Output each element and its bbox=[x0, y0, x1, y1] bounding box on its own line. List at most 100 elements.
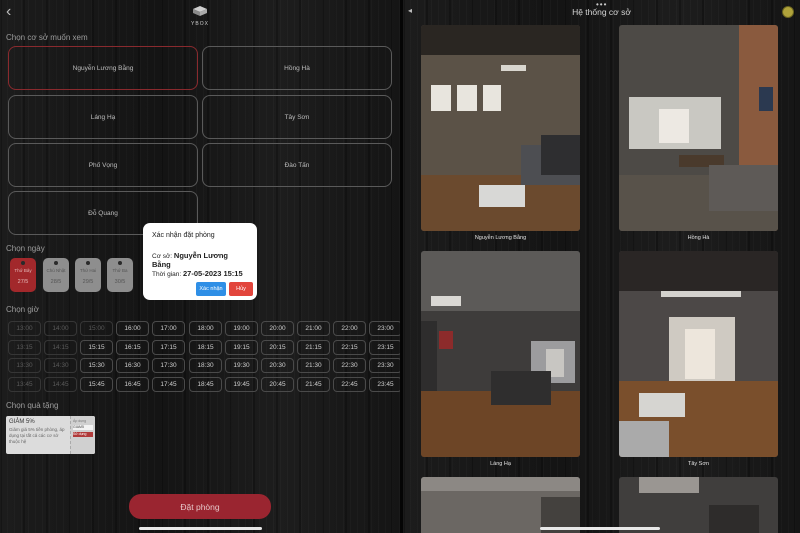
gift-code: GIAM5 bbox=[73, 425, 93, 430]
branch-label: Láng Hạ bbox=[90, 113, 116, 121]
photo-caption: Nguyễn Lương Bằng bbox=[474, 235, 527, 241]
time-slot[interactable]: 18:45 bbox=[189, 377, 222, 392]
time-slot[interactable]: 13:15 bbox=[8, 340, 41, 355]
logo-box-icon bbox=[193, 6, 207, 16]
time-slot[interactable]: 16:45 bbox=[116, 377, 149, 392]
branch-label: Nguyễn Lương Bằng bbox=[72, 64, 134, 72]
branch-photo-hong-ha[interactable] bbox=[619, 25, 778, 231]
dialog-title: Xác nhận đặt phòng bbox=[152, 232, 215, 239]
confirm-button[interactable]: Xác nhận bbox=[196, 282, 226, 296]
branch-photo-partial[interactable] bbox=[619, 477, 778, 533]
day-chip[interactable]: Thứ Bảy 27/5 bbox=[10, 258, 36, 292]
time-slot[interactable]: 14:30 bbox=[44, 358, 77, 373]
time-slot[interactable]: 19:15 bbox=[225, 340, 258, 355]
time-slot[interactable]: 14:00 bbox=[44, 321, 77, 336]
time-slot[interactable]: 19:00 bbox=[225, 321, 258, 336]
time-slot[interactable]: 21:00 bbox=[297, 321, 330, 336]
branch-dao-tan[interactable]: Đào Tấn bbox=[202, 143, 392, 187]
time-slot[interactable]: 22:45 bbox=[333, 377, 366, 392]
time-slot[interactable]: 21:45 bbox=[297, 377, 330, 392]
time-section-label: Chọn giờ bbox=[6, 305, 39, 314]
dialog-time-label: Thời gian: bbox=[152, 271, 182, 278]
time-slot[interactable]: 19:45 bbox=[225, 377, 258, 392]
time-slot[interactable]: 16:30 bbox=[116, 358, 149, 373]
time-slot[interactable]: 22:30 bbox=[333, 358, 366, 373]
branch-photo-lang-ha[interactable] bbox=[421, 251, 580, 457]
branch-lang-ha[interactable]: Láng Hạ bbox=[8, 95, 198, 139]
day-date: 29/5 bbox=[82, 279, 94, 285]
cancel-button[interactable]: Hủy bbox=[229, 282, 253, 296]
time-slot[interactable]: 13:30 bbox=[8, 358, 41, 373]
time-slot[interactable]: 14:15 bbox=[44, 340, 77, 355]
time-slot[interactable]: 16:00 bbox=[116, 321, 149, 336]
time-slot[interactable]: 17:30 bbox=[152, 358, 185, 373]
day-chip[interactable]: Chủ Nhật 28/5 bbox=[43, 258, 69, 292]
ybox-logo: YBOX bbox=[190, 3, 210, 27]
branch-pho-vong[interactable]: Phố Vọng bbox=[8, 143, 198, 187]
gift-title: GIẢM 5% bbox=[9, 419, 35, 425]
gift-right-label: Áp dụng bbox=[73, 419, 87, 423]
page-title: Hệ thống cơ sở bbox=[572, 7, 631, 17]
gift-description: Giảm giá 5% tiền phòng, áp dụng tại tất … bbox=[9, 427, 65, 444]
time-slot[interactable]: 15:15 bbox=[80, 340, 113, 355]
branch-label: Đào Tấn bbox=[284, 161, 310, 169]
time-slot[interactable]: 16:15 bbox=[116, 340, 149, 355]
dialog-branch-row: Cơ sở: Nguyễn Lương Bằng bbox=[152, 251, 248, 269]
time-slot[interactable]: 13:45 bbox=[8, 377, 41, 392]
time-slot[interactable]: 15:30 bbox=[80, 358, 113, 373]
day-chip[interactable]: Thứ Hai 29/5 bbox=[75, 258, 101, 292]
time-slot[interactable]: 20:00 bbox=[261, 321, 294, 336]
time-slot[interactable]: 13:00 bbox=[8, 321, 41, 336]
time-slot[interactable]: 21:15 bbox=[297, 340, 330, 355]
branch-tay-son[interactable]: Tây Sơn bbox=[202, 95, 392, 139]
time-slot[interactable]: 23:15 bbox=[369, 340, 402, 355]
time-slot[interactable]: 22:00 bbox=[333, 321, 366, 336]
gift-info: GIẢM 5% Giảm giá 5% tiền phòng, áp dụng … bbox=[6, 416, 68, 454]
book-room-button[interactable]: Đặt phòng bbox=[129, 494, 271, 519]
room-photo-image bbox=[619, 477, 778, 533]
time-slot[interactable]: 19:30 bbox=[225, 358, 258, 373]
time-slot[interactable]: 18:00 bbox=[189, 321, 222, 336]
branch-hong-ha[interactable]: Hồng Hà bbox=[202, 46, 392, 90]
gift-use-button[interactable]: Sử dụng bbox=[73, 432, 93, 437]
time-slot[interactable]: 23:00 bbox=[369, 321, 402, 336]
dialog-time-value: 27-05-2023 15:15 bbox=[183, 269, 243, 278]
time-slot[interactable]: 14:45 bbox=[44, 377, 77, 392]
confirm-booking-dialog: Xác nhận đặt phòng Cơ sở: Nguyễn Lương B… bbox=[143, 223, 257, 300]
time-slot[interactable]: 21:30 bbox=[297, 358, 330, 373]
branch-photo-tay-son[interactable] bbox=[619, 251, 778, 457]
time-slot[interactable]: 20:15 bbox=[261, 340, 294, 355]
home-indicator[interactable] bbox=[139, 527, 262, 530]
branch-section-label: Chọn cơ sở muốn xem bbox=[6, 33, 88, 42]
photo-caption: Láng Hạ bbox=[490, 461, 511, 467]
time-slot[interactable]: 23:45 bbox=[369, 377, 402, 392]
day-section-label: Chọn ngày bbox=[6, 244, 45, 253]
time-slot[interactable]: 15:00 bbox=[80, 321, 113, 336]
time-slot[interactable]: 20:45 bbox=[261, 377, 294, 392]
day-chip[interactable]: Thứ Ba 30/5 bbox=[107, 258, 133, 292]
branch-photo-nguyen-luong-bang[interactable] bbox=[421, 25, 580, 231]
time-slot[interactable]: 20:30 bbox=[261, 358, 294, 373]
time-slot[interactable]: 17:00 bbox=[152, 321, 185, 336]
home-indicator[interactable] bbox=[540, 527, 660, 530]
photo-caption: Tây Sơn bbox=[687, 461, 710, 467]
time-slot[interactable]: 23:30 bbox=[369, 358, 402, 373]
time-slot[interactable]: 17:45 bbox=[152, 377, 185, 392]
time-slot[interactable]: 15:45 bbox=[80, 377, 113, 392]
branch-photo-partial[interactable] bbox=[421, 477, 580, 533]
time-slot[interactable]: 22:15 bbox=[333, 340, 366, 355]
avatar[interactable] bbox=[782, 6, 794, 18]
room-photo-image bbox=[619, 251, 778, 457]
back-icon[interactable]: ‹ bbox=[6, 4, 11, 20]
branches-gallery-panel: ••• ◂ Hệ thống cơ sở Nguyễn Lương Bằng H… bbox=[403, 0, 800, 533]
time-slot[interactable]: 18:15 bbox=[189, 340, 222, 355]
gift-voucher[interactable]: GIẢM 5% Giảm giá 5% tiền phòng, áp dụng … bbox=[6, 416, 95, 454]
day-weekday: Thứ Hai bbox=[79, 268, 97, 273]
room-photo-image bbox=[421, 25, 580, 231]
photo-caption: Hồng Hà bbox=[687, 235, 710, 241]
time-slot[interactable]: 18:30 bbox=[189, 358, 222, 373]
branch-label: Hồng Hà bbox=[284, 64, 310, 72]
gift-stub: Áp dụng GIAM5 Sử dụng bbox=[70, 416, 95, 454]
branch-nguyen-luong-bang[interactable]: Nguyễn Lương Bằng bbox=[8, 46, 198, 90]
time-slot[interactable]: 17:15 bbox=[152, 340, 185, 355]
